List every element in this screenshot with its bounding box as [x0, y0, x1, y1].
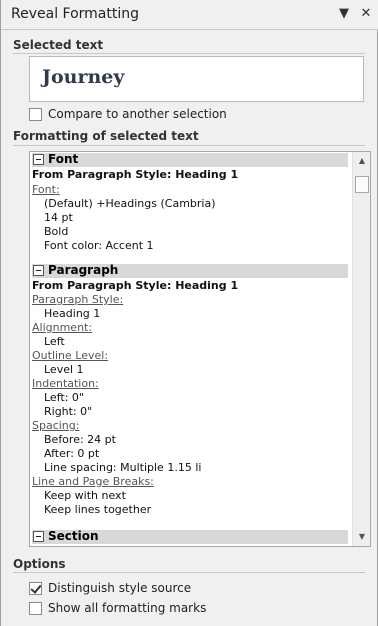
- spacing-value: After: 0 pt: [44, 447, 100, 460]
- group-header-section[interactable]: Section: [32, 529, 348, 544]
- outline-level-link[interactable]: Outline Level:: [32, 349, 108, 362]
- scroll-down-icon[interactable]: ▼: [353, 530, 370, 544]
- formatting-heading: Formatting of selected text: [13, 129, 199, 143]
- alignment-link[interactable]: Alignment:: [32, 321, 92, 334]
- indentation-value: Right: 0": [44, 405, 93, 418]
- group-header-font[interactable]: Font: [32, 152, 348, 167]
- collapse-icon[interactable]: [33, 154, 44, 165]
- compare-label: Compare to another selection: [48, 107, 227, 121]
- pane-title: Reveal Formatting: [11, 6, 140, 22]
- font-value: 14 pt: [44, 211, 73, 224]
- paragraph-style-source: From Paragraph Style: Heading 1: [32, 279, 239, 292]
- font-value: (Default) +Headings (Cambria): [44, 197, 216, 210]
- collapse-icon[interactable]: [33, 531, 44, 542]
- collapse-icon[interactable]: [33, 265, 44, 276]
- show-marks-checkbox[interactable]: [29, 601, 42, 615]
- show-marks-label: Show all formatting marks: [48, 601, 207, 615]
- indentation-value: Left: 0": [44, 391, 84, 404]
- close-icon[interactable]: ✕: [357, 5, 375, 23]
- distinguish-checkbox[interactable]: [29, 581, 42, 595]
- scroll-up-icon[interactable]: ▲: [353, 154, 370, 168]
- scroll-thumb[interactable]: [355, 176, 369, 193]
- section-divider: [13, 53, 365, 54]
- group-header-paragraph[interactable]: Paragraph: [32, 263, 348, 278]
- line-page-breaks-link[interactable]: Line and Page Breaks:: [32, 475, 154, 488]
- selected-text-preview: Journey: [29, 56, 364, 102]
- spacing-value: Before: 24 pt: [44, 433, 116, 446]
- compare-selection-option[interactable]: Compare to another selection: [29, 106, 227, 122]
- paragraph-style-link[interactable]: Paragraph Style:: [32, 293, 123, 306]
- options-heading: Options: [13, 557, 66, 571]
- distinguish-label: Distinguish style source: [48, 581, 192, 595]
- group-label: Section: [48, 529, 99, 543]
- pane-menu-button[interactable]: ▼: [335, 5, 353, 23]
- vertical-scrollbar[interactable]: ▲ ▼: [352, 152, 370, 546]
- compare-checkbox[interactable]: [29, 107, 42, 121]
- formatting-list-content: Font From Paragraph Style: Heading 1 Fon…: [30, 152, 352, 546]
- indentation-link[interactable]: Indentation:: [32, 377, 99, 390]
- section-divider: [13, 572, 365, 573]
- paragraph-style-value: Heading 1: [44, 307, 101, 320]
- font-link[interactable]: Font:: [32, 183, 60, 196]
- font-style-source: From Paragraph Style: Heading 1: [32, 168, 239, 181]
- reveal-formatting-pane: Reveal Formatting ▼ ✕ Selected text Jour…: [0, 0, 378, 626]
- formatting-list[interactable]: Font From Paragraph Style: Heading 1 Fon…: [29, 151, 371, 547]
- selected-text-sample: Journey: [42, 66, 125, 88]
- group-label: Font: [48, 152, 79, 166]
- breaks-value: Keep with next: [44, 489, 126, 502]
- outline-level-value: Level 1: [44, 363, 84, 376]
- pane-titlebar: Reveal Formatting ▼ ✕: [1, 0, 378, 30]
- section-divider: [13, 145, 365, 146]
- spacing-link[interactable]: Spacing:: [32, 419, 79, 432]
- breaks-value: Keep lines together: [44, 503, 152, 516]
- font-value: Font color: Accent 1: [44, 239, 154, 252]
- group-label: Paragraph: [48, 263, 119, 277]
- font-value: Bold: [44, 225, 69, 238]
- show-formatting-marks-option[interactable]: Show all formatting marks: [29, 600, 206, 616]
- spacing-value: Line spacing: Multiple 1.15 li: [44, 461, 202, 474]
- distinguish-style-source-option[interactable]: Distinguish style source: [29, 580, 191, 596]
- selected-text-heading: Selected text: [13, 38, 104, 52]
- alignment-value: Left: [44, 335, 65, 348]
